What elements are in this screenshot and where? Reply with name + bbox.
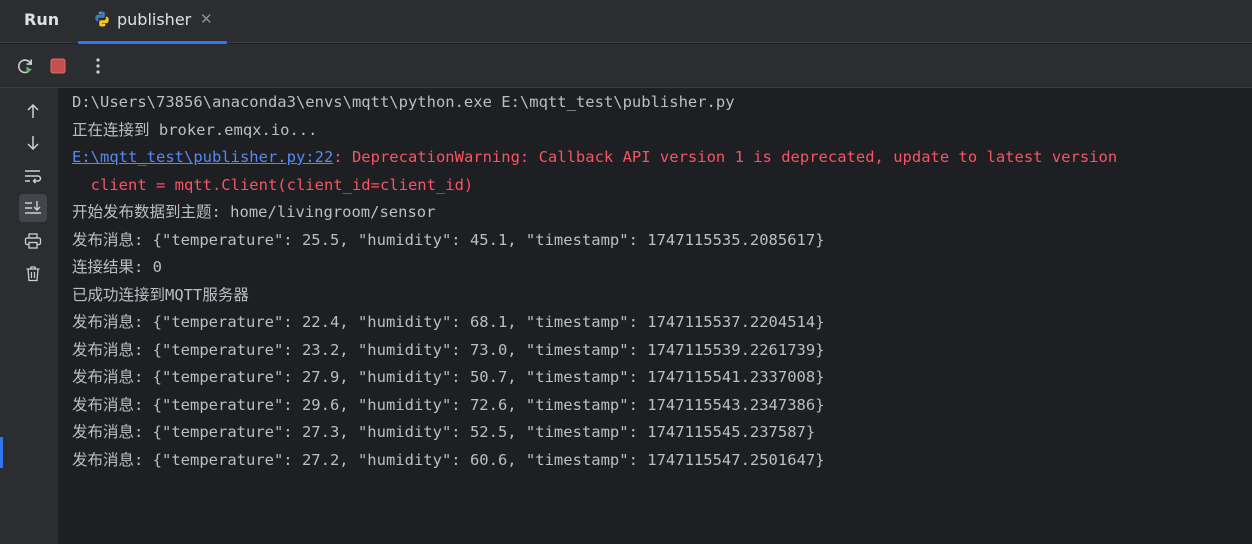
print-icon[interactable]	[19, 227, 47, 255]
tab-bar: Run publisher ✕	[0, 0, 1252, 44]
console-line: 开始发布数据到主题: home/livingroom/sensor	[72, 203, 436, 221]
console-sidebar	[0, 88, 58, 544]
more-options-icon[interactable]	[86, 54, 110, 78]
deprecation-warning: : DeprecationWarning: Callback API versi…	[333, 148, 1118, 166]
soft-wrap-icon[interactable]	[19, 162, 47, 190]
console-line: client = mqtt.Client(client_id=client_id…	[72, 176, 474, 194]
source-link[interactable]: E:\mqtt_test\publisher.py:22	[72, 148, 333, 166]
tab-label: publisher	[117, 10, 192, 29]
stop-icon[interactable]	[46, 54, 70, 78]
rerun-icon[interactable]	[13, 54, 37, 78]
console-line: 发布消息: {"temperature": 29.6, "humidity": …	[72, 396, 825, 414]
down-arrow-icon[interactable]	[19, 129, 47, 157]
console-line: 已成功连接到MQTT服务器	[72, 286, 249, 304]
python-icon	[93, 10, 111, 28]
console-line: 连接结果: 0	[72, 258, 162, 276]
console-line: 发布消息: {"temperature": 27.3, "humidity": …	[72, 423, 816, 441]
up-arrow-icon[interactable]	[19, 97, 47, 125]
tab-publisher[interactable]: publisher ✕	[78, 0, 227, 44]
close-icon[interactable]: ✕	[200, 11, 213, 27]
console-line: 发布消息: {"temperature": 25.5, "humidity": …	[72, 231, 825, 249]
console-line: 正在连接到 broker.emqx.io...	[72, 121, 318, 139]
console-line: 发布消息: {"temperature": 27.2, "humidity": …	[72, 451, 825, 469]
trash-icon[interactable]	[19, 259, 47, 287]
toolbar	[0, 44, 1252, 88]
scroll-to-end-icon[interactable]	[19, 194, 47, 222]
left-edge-indicator	[0, 437, 3, 468]
console-line: D:\Users\73856\anaconda3\envs\mqtt\pytho…	[72, 93, 735, 111]
console-line: 发布消息: {"temperature": 22.4, "humidity": …	[72, 313, 825, 331]
console-warning-line: E:\mqtt_test\publisher.py:22: Deprecatio…	[72, 147, 1117, 167]
run-tool-window: Run publisher ✕ D:\Users\73856\anaconda3…	[0, 0, 1252, 544]
console-line: 发布消息: {"temperature": 27.9, "humidity": …	[72, 368, 825, 386]
run-title: Run	[24, 10, 60, 29]
console-line: 发布消息: {"temperature": 23.2, "humidity": …	[72, 341, 825, 359]
